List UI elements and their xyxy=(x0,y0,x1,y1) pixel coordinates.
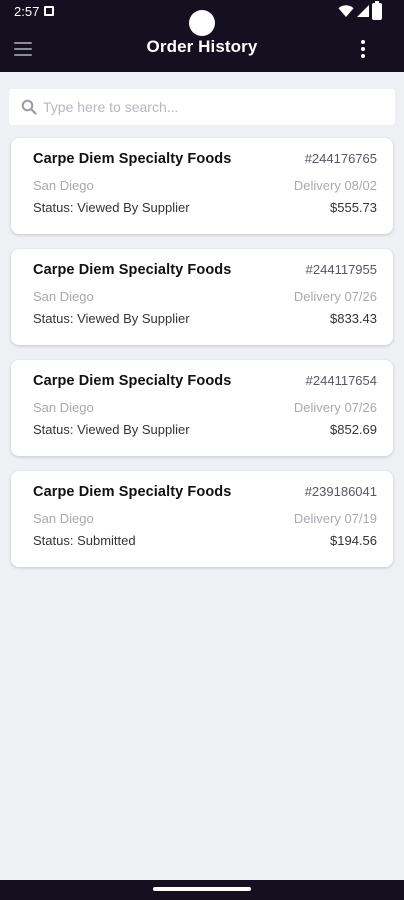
system-navigation-bar xyxy=(0,880,404,900)
battery-icon xyxy=(372,1,382,20)
notification-icon xyxy=(44,6,54,16)
order-number: #239186041 xyxy=(304,484,377,499)
order-number: #244176765 xyxy=(304,151,377,166)
signal-icon xyxy=(357,5,369,17)
order-card[interactable]: Carpe Diem Specialty Foods #244176765 Sa… xyxy=(11,138,393,234)
status-bar: 2:57 xyxy=(0,0,404,36)
order-city: San Diego xyxy=(33,511,94,526)
supplier-name: Carpe Diem Specialty Foods xyxy=(33,484,232,500)
app-top-bar: 2:57 Order History xyxy=(0,0,404,72)
order-city: San Diego xyxy=(33,178,94,193)
order-amount: $852.69 xyxy=(330,422,377,437)
order-amount: $194.56 xyxy=(330,533,377,548)
delivery-date: Delivery 07/26 xyxy=(293,289,377,304)
order-number: #244117654 xyxy=(305,373,377,388)
order-number: #244117955 xyxy=(305,262,377,277)
order-city: San Diego xyxy=(33,289,94,304)
search-bar xyxy=(9,89,395,125)
order-status: Status: Viewed By Supplier xyxy=(33,200,190,215)
delivery-date: Delivery 07/26 xyxy=(293,400,377,415)
order-city: San Diego xyxy=(33,400,94,415)
delivery-date: Delivery 08/02 xyxy=(293,178,377,193)
order-amount: $833.43 xyxy=(330,311,377,326)
wifi-icon xyxy=(338,5,354,17)
home-indicator[interactable] xyxy=(153,887,251,891)
search-icon xyxy=(21,99,37,115)
order-status: Status: Viewed By Supplier xyxy=(33,422,190,437)
order-status: Status: Viewed By Supplier xyxy=(33,311,190,326)
app-header: Order History xyxy=(0,24,404,72)
order-status: Status: Submitted xyxy=(33,533,136,548)
page-title: Order History xyxy=(146,37,258,56)
order-amount: $555.73 xyxy=(330,200,377,215)
more-options-icon[interactable] xyxy=(356,39,370,59)
search-input[interactable] xyxy=(43,89,383,125)
order-card[interactable]: Carpe Diem Specialty Foods #244117955 Sa… xyxy=(11,249,393,345)
status-time: 2:57 xyxy=(14,4,40,19)
order-card[interactable]: Carpe Diem Specialty Foods #244117654 Sa… xyxy=(11,360,393,456)
delivery-date: Delivery 07/19 xyxy=(293,511,377,526)
supplier-name: Carpe Diem Specialty Foods xyxy=(33,373,232,389)
supplier-name: Carpe Diem Specialty Foods xyxy=(33,151,232,167)
order-card[interactable]: Carpe Diem Specialty Foods #239186041 Sa… xyxy=(11,471,393,567)
supplier-name: Carpe Diem Specialty Foods xyxy=(33,262,232,278)
